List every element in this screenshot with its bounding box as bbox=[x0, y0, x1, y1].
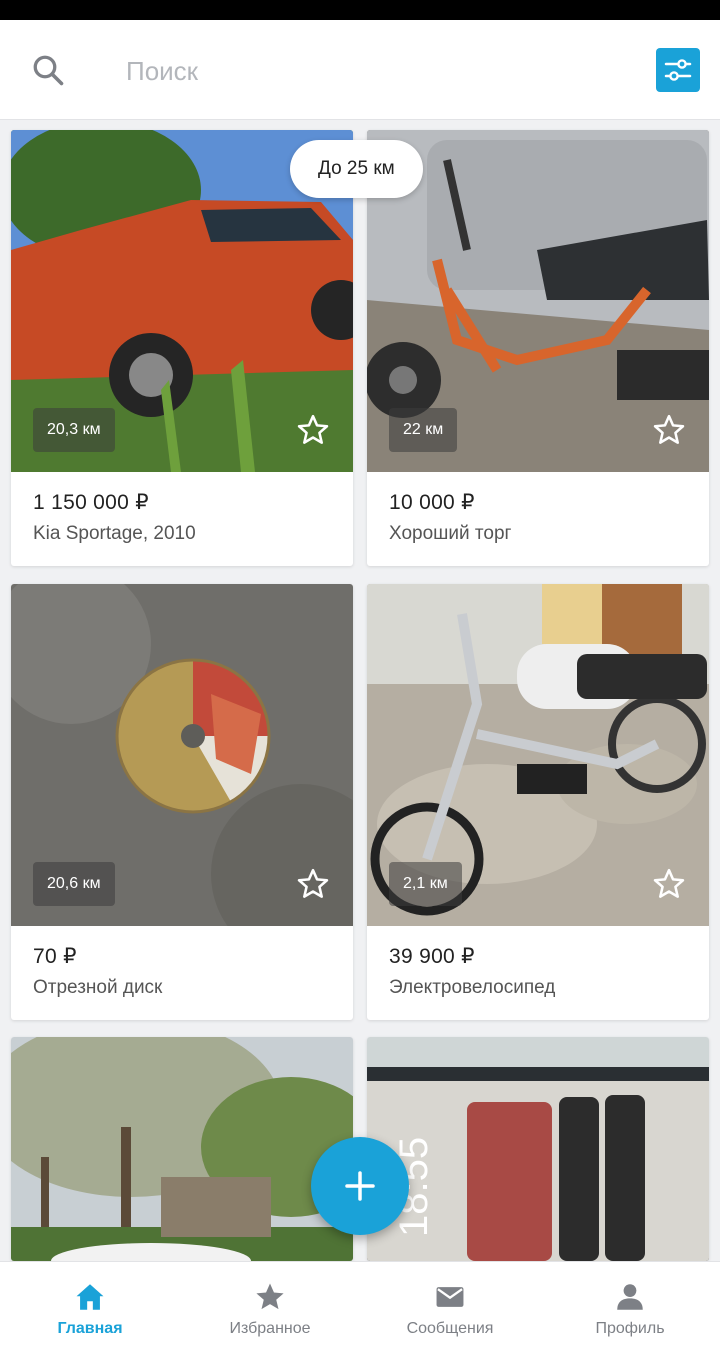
listing-price: 70 ₽ bbox=[33, 945, 77, 968]
listing-card[interactable] bbox=[11, 1037, 353, 1261]
listing-price: 10 000 ₽ bbox=[389, 491, 475, 514]
nav-profile[interactable]: Профиль bbox=[540, 1262, 720, 1351]
mail-icon bbox=[436, 1287, 464, 1307]
listing-price: 39 900 ₽ bbox=[389, 945, 475, 968]
top-bar bbox=[0, 20, 720, 120]
favorite-star-icon[interactable] bbox=[651, 866, 687, 902]
listing-info: 1 150 000 ₽ Kia Sportage, 2010 bbox=[11, 472, 353, 564]
listing-card[interactable]: 18:55 bbox=[367, 1037, 709, 1261]
listing-photo[interactable]: 2,1 км bbox=[367, 584, 709, 926]
listing-photo[interactable]: 18:55 bbox=[367, 1037, 709, 1261]
nav-label: Главная bbox=[57, 1320, 123, 1337]
listing-title: Kia Sportage, 2010 bbox=[33, 523, 196, 544]
nav-label: Избранное bbox=[229, 1320, 311, 1337]
distance-badge: 2,1 км bbox=[389, 862, 462, 906]
listing-title: Хороший торг bbox=[389, 523, 512, 544]
bottom-navigation: Главная Избранное Сообщения Профиль bbox=[0, 1261, 720, 1351]
distance-badge: 22 км bbox=[389, 408, 458, 452]
listing-title: Электровелосипед bbox=[389, 977, 556, 998]
filter-button[interactable] bbox=[656, 48, 700, 92]
distance-badge: 20,6 км bbox=[33, 862, 115, 906]
status-bar bbox=[0, 0, 720, 20]
listing-price: 1 150 000 ₽ bbox=[33, 491, 149, 514]
favorite-star-icon[interactable] bbox=[295, 412, 331, 448]
search-icon[interactable] bbox=[30, 52, 66, 88]
plus-icon bbox=[345, 1171, 375, 1201]
star-icon bbox=[256, 1283, 284, 1310]
listing-card[interactable]: 20,6 км 70 ₽ Отрезной диск bbox=[11, 584, 353, 1020]
favorite-star-icon[interactable] bbox=[295, 866, 331, 902]
listing-photo[interactable]: 20,6 км bbox=[11, 584, 353, 926]
listing-info: 39 900 ₽ Электровелосипед bbox=[367, 926, 709, 1018]
search-radius-chip[interactable]: До 25 км bbox=[290, 140, 423, 198]
add-listing-button[interactable] bbox=[311, 1137, 409, 1235]
distance-badge: 20,3 км bbox=[33, 408, 115, 452]
home-icon bbox=[76, 1284, 104, 1310]
favorite-star-icon[interactable] bbox=[651, 412, 687, 448]
listing-card[interactable]: 2,1 км 39 900 ₽ Электровелосипед bbox=[367, 584, 709, 1020]
nav-label: Профиль bbox=[595, 1320, 665, 1337]
nav-favorites[interactable]: Избранное bbox=[180, 1262, 360, 1351]
listing-info: 70 ₽ Отрезной диск bbox=[11, 926, 353, 1018]
nav-messages[interactable]: Сообщения bbox=[360, 1262, 540, 1351]
search-input[interactable] bbox=[110, 46, 610, 96]
filter-sliders-icon bbox=[664, 59, 692, 81]
listing-info: 10 000 ₽ Хороший торг bbox=[367, 472, 709, 564]
listing-photo[interactable] bbox=[11, 1037, 353, 1261]
listing-card[interactable]: 20,3 км 1 150 000 ₽ Kia Sportage, 2010 bbox=[11, 130, 353, 566]
listing-card[interactable]: 22 км 10 000 ₽ Хороший торг bbox=[367, 130, 709, 566]
nav-label: Сообщения bbox=[406, 1320, 494, 1337]
person-icon bbox=[617, 1284, 643, 1310]
nav-home[interactable]: Главная bbox=[0, 1262, 180, 1351]
listing-title: Отрезной диск bbox=[33, 977, 163, 998]
